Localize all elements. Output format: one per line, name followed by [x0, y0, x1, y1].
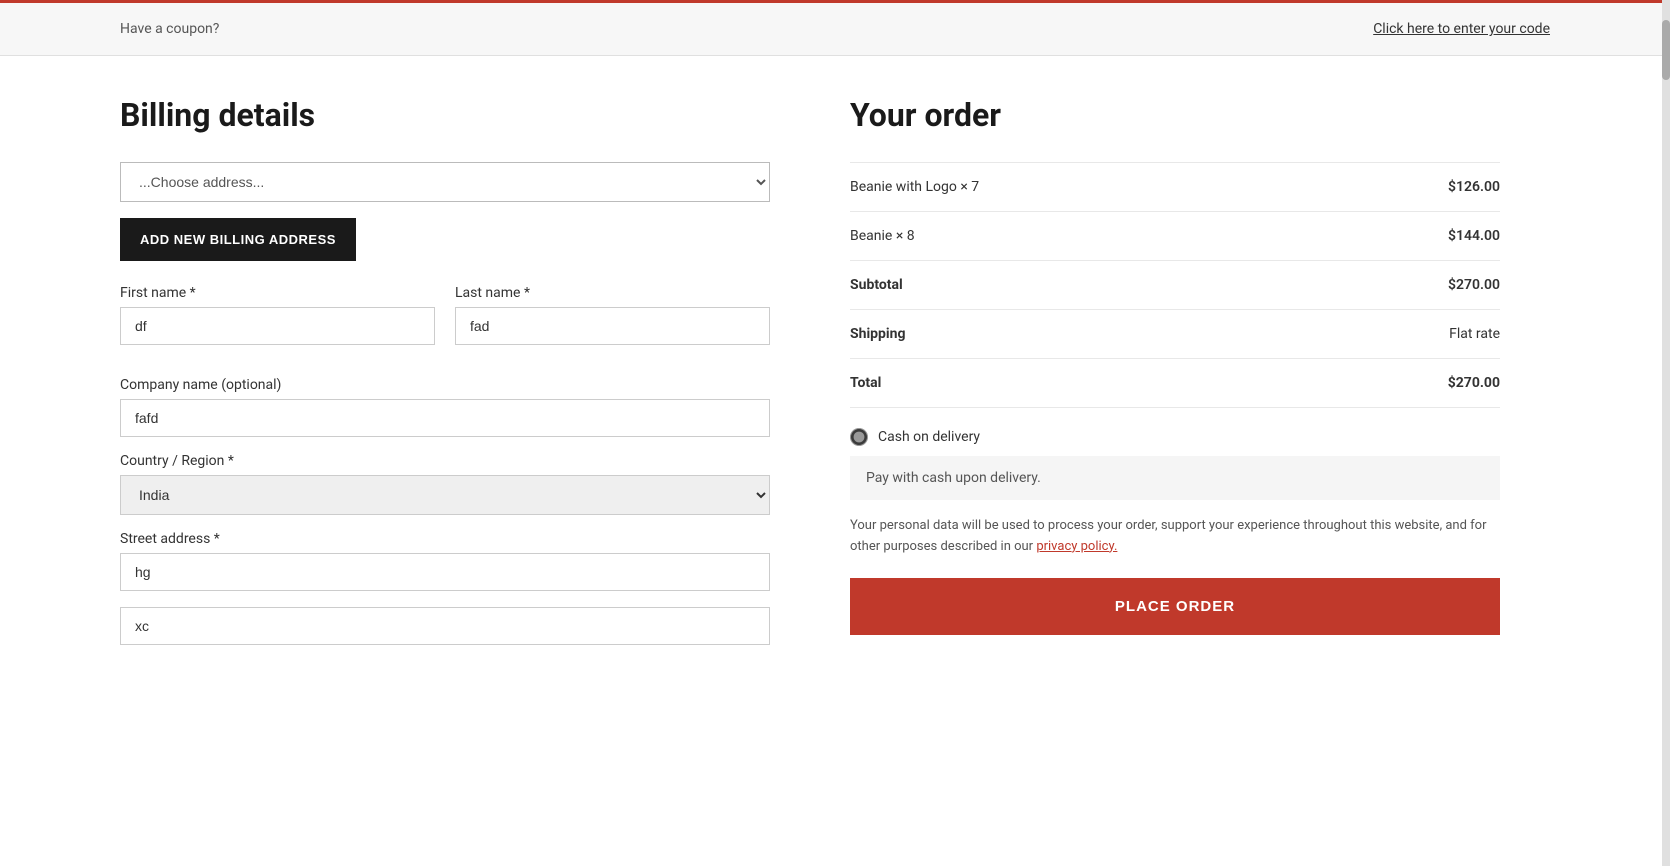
- coupon-text: Have a coupon?: [120, 21, 219, 37]
- company-group: Company name (optional): [120, 377, 770, 437]
- country-label: Country / Region *: [120, 453, 770, 469]
- order-table: Beanie with Logo × 7 $126.00 Beanie × 8 …: [850, 162, 1500, 408]
- coupon-link[interactable]: Click here to enter your code: [1373, 21, 1550, 37]
- street-label: Street address *: [120, 531, 770, 547]
- coupon-bar: Have a coupon? Click here to enter your …: [0, 0, 1670, 56]
- order-total-row: Total $270.00: [850, 359, 1500, 408]
- order-title: Your order: [850, 96, 1500, 134]
- street-input[interactable]: [120, 553, 770, 591]
- order-shipping-row: Shipping Flat rate: [850, 310, 1500, 359]
- first-name-input[interactable]: [120, 307, 435, 345]
- order-subtotal-label: Subtotal: [850, 277, 903, 293]
- place-order-button[interactable]: PLACE ORDER: [850, 578, 1500, 635]
- order-shipping-value: Flat rate: [1449, 326, 1500, 342]
- country-group: Country / Region * India: [120, 453, 770, 515]
- order-subtotal-value: $270.00: [1448, 277, 1500, 293]
- street-group: Street address *: [120, 531, 770, 591]
- order-item-1-price: $126.00: [1448, 179, 1500, 195]
- street2-input[interactable]: [120, 607, 770, 645]
- scrollbar[interactable]: [1662, 0, 1670, 866]
- main-content: Billing details ...Choose address... ADD…: [0, 56, 1670, 701]
- order-item-2: Beanie × 8 $144.00: [850, 212, 1500, 261]
- order-shipping-label: Shipping: [850, 326, 905, 342]
- order-item-2-name: Beanie × 8: [850, 228, 915, 244]
- add-address-button[interactable]: ADD NEW BILLING ADDRESS: [120, 218, 356, 261]
- order-total-label: Total: [850, 375, 881, 391]
- cash-on-delivery-label: Cash on delivery: [878, 429, 980, 445]
- billing-title: Billing details: [120, 96, 770, 134]
- country-select[interactable]: India: [120, 475, 770, 515]
- order-total-value: $270.00: [1448, 375, 1500, 391]
- cash-on-delivery-option: Cash on delivery: [850, 428, 1500, 446]
- company-label: Company name (optional): [120, 377, 770, 393]
- privacy-policy-link[interactable]: privacy policy.: [1036, 539, 1117, 554]
- street2-group: [120, 607, 770, 645]
- order-subtotal-row: Subtotal $270.00: [850, 261, 1500, 310]
- last-name-group: Last name *: [455, 285, 770, 345]
- order-item-1-name: Beanie with Logo × 7: [850, 179, 979, 195]
- payment-description: Pay with cash upon delivery.: [850, 456, 1500, 500]
- company-input[interactable]: [120, 399, 770, 437]
- order-section: Your order Beanie with Logo × 7 $126.00 …: [850, 96, 1500, 661]
- privacy-notice: Your personal data will be used to proce…: [850, 516, 1500, 558]
- last-name-input[interactable]: [455, 307, 770, 345]
- address-select[interactable]: ...Choose address...: [120, 162, 770, 202]
- billing-section: Billing details ...Choose address... ADD…: [120, 96, 770, 661]
- name-row: First name * Last name *: [120, 285, 770, 361]
- first-name-group: First name *: [120, 285, 435, 345]
- cash-on-delivery-radio[interactable]: [850, 428, 868, 446]
- order-item-1: Beanie with Logo × 7 $126.00: [850, 162, 1500, 212]
- last-name-label: Last name *: [455, 285, 770, 301]
- payment-section: Cash on delivery Pay with cash upon deli…: [850, 428, 1500, 500]
- scrollbar-thumb[interactable]: [1662, 20, 1670, 80]
- order-item-2-price: $144.00: [1448, 228, 1500, 244]
- first-name-label: First name *: [120, 285, 435, 301]
